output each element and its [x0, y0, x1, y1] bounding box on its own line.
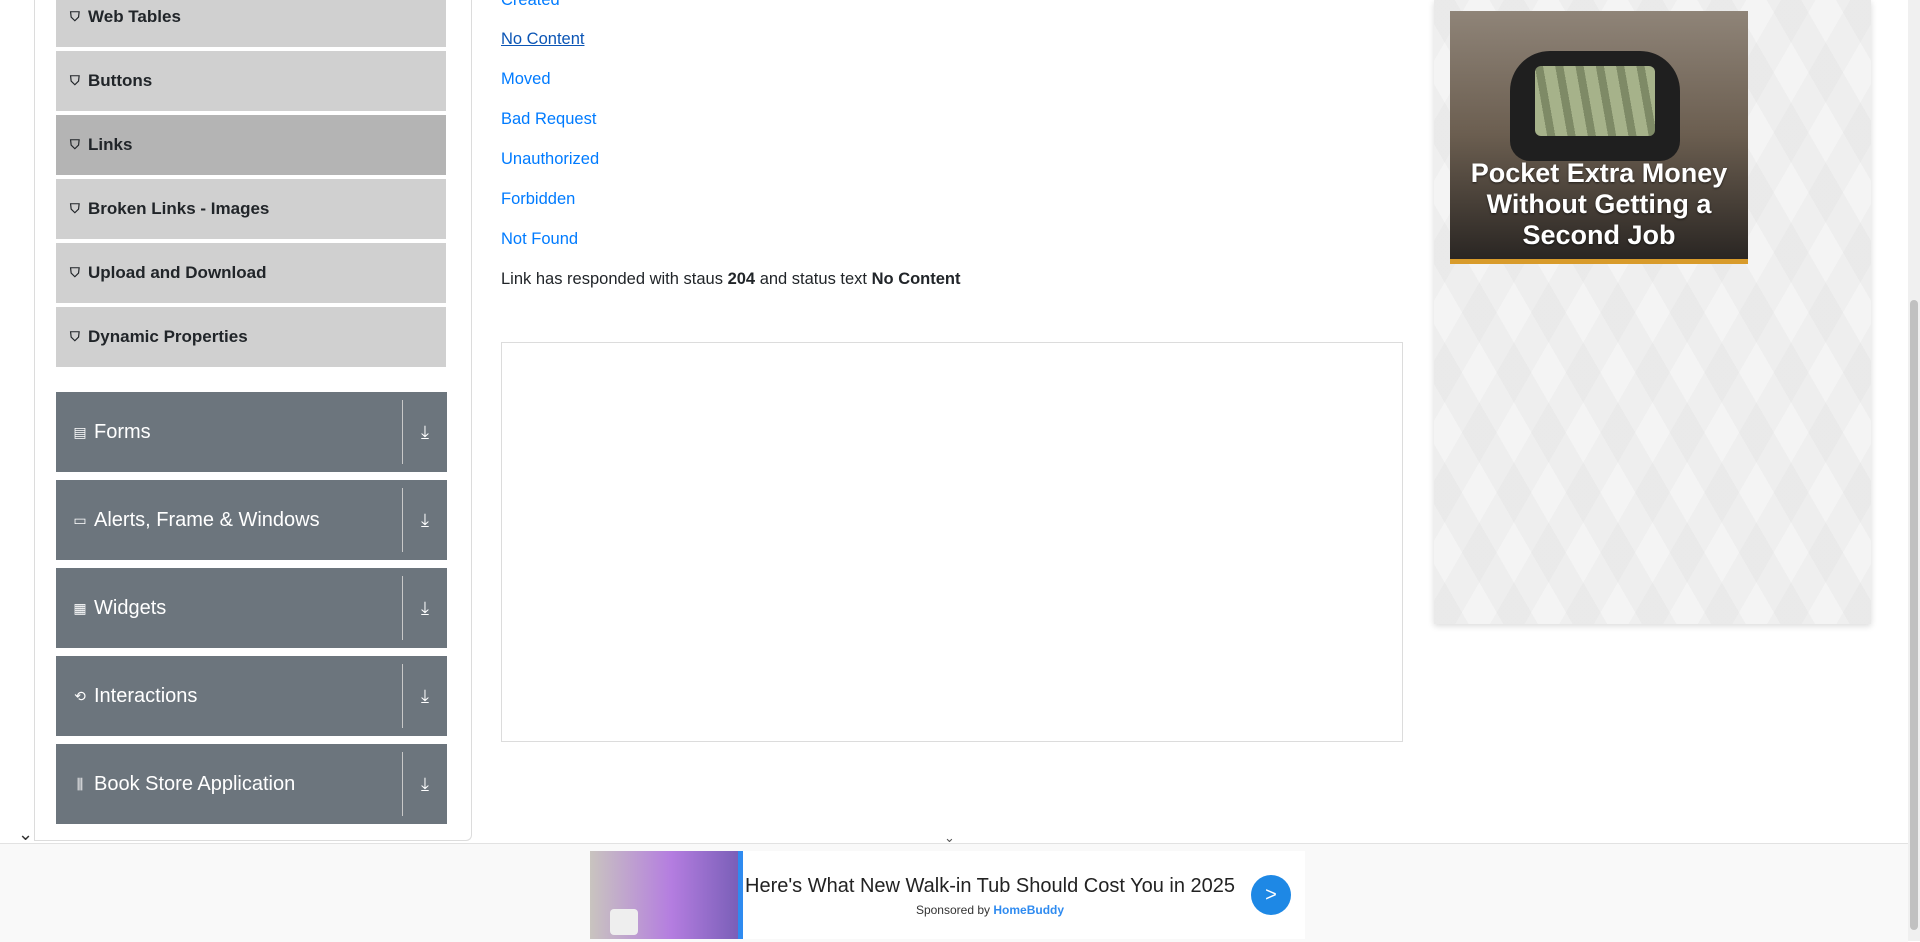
chevron-down-icon[interactable]: ⌄ — [18, 824, 33, 845]
download-arrow-icon[interactable]: ⤓ — [403, 774, 447, 795]
link-not-found[interactable]: Not Found — [501, 230, 578, 249]
ad-sponsor: Sponsored by HomeBuddy — [743, 903, 1237, 917]
download-arrow-icon[interactable]: ⤓ — [403, 598, 447, 619]
sidebar-item-broken-links[interactable]: ⛉ Broken Links - Images — [56, 179, 446, 240]
window-icon: ▭ — [73, 511, 87, 528]
scrollbar[interactable] — [1908, 0, 1920, 941]
form-icon: ▤ — [73, 423, 87, 440]
ad-go-button[interactable]: > — [1251, 875, 1291, 915]
widgets-icon: ▦ — [73, 599, 87, 616]
badge-icon: ⛉ — [70, 265, 80, 280]
link-unauthorized[interactable]: Unauthorized — [501, 150, 599, 169]
sidebar-item-label: Links — [88, 135, 133, 154]
ad-image-money — [1535, 66, 1655, 136]
badge-icon: ⛉ — [70, 73, 80, 88]
scrollbar-thumb[interactable] — [1910, 300, 1918, 930]
sidebar-item-label: Upload and Download — [88, 263, 267, 282]
ad-body: Here's What New Walk-in Tub Should Cost … — [743, 851, 1305, 939]
empty-content-frame — [501, 342, 1403, 742]
sidebar-item-label: Buttons — [88, 71, 153, 90]
link-no-content[interactable]: No Content — [501, 30, 584, 49]
download-arrow-icon[interactable]: ⤓ — [403, 686, 447, 707]
sidebar-item-upload-download[interactable]: ⛉ Upload and Download — [56, 243, 446, 304]
group-label: Interactions — [94, 684, 198, 707]
download-arrow-icon[interactable]: ⤓ — [403, 422, 447, 443]
sidebar-item-dynamic-properties[interactable]: ⛉ Dynamic Properties — [56, 307, 446, 368]
group-label: Widgets — [94, 596, 167, 619]
ad-text-block: Here's What New Walk-in Tub Should Cost … — [743, 874, 1237, 917]
sidebar-item-label: Web Tables — [88, 7, 181, 26]
group-book-store[interactable]: ⫼ Book Store Application ⤓ — [56, 744, 447, 824]
badge-icon: ⛉ — [70, 329, 80, 344]
sidebar-item-label: Dynamic Properties — [88, 327, 248, 346]
chevron-down-icon[interactable]: ⌄ — [944, 830, 955, 846]
link-response-text: Link has responded with staus 204 and st… — [501, 270, 961, 289]
right-ad-panel: Pocket Extra Money Without Getting a Sec… — [1434, 0, 1871, 624]
ad-card[interactable]: Pocket Extra Money Without Getting a Sec… — [1450, 11, 1748, 264]
badge-icon: ⛉ — [70, 9, 80, 24]
link-created[interactable]: Created — [501, 0, 560, 10]
books-icon: ⫼ — [76, 775, 84, 792]
group-label: Alerts, Frame & Windows — [94, 508, 320, 531]
sidebar-item-buttons[interactable]: ⛉ Buttons — [56, 51, 446, 112]
bottom-ad-banner[interactable]: Here's What New Walk-in Tub Should Cost … — [590, 851, 1305, 939]
group-label: Book Store Application — [94, 772, 296, 795]
response-middle: and status text — [759, 270, 868, 288]
ad-headline: Here's What New Walk-in Tub Should Cost … — [745, 874, 1235, 897]
badge-icon: ⛉ — [70, 137, 80, 152]
group-alerts-frame-windows[interactable]: ▭ Alerts, Frame & Windows ⤓ — [56, 480, 447, 560]
sidebar-item-links[interactable]: ⛉ Links — [56, 115, 446, 176]
group-widgets[interactable]: ▦ Widgets ⤓ — [56, 568, 447, 648]
sponsor-name[interactable]: HomeBuddy — [993, 903, 1064, 917]
link-moved[interactable]: Moved — [501, 70, 551, 89]
ad-headline: Pocket Extra Money Without Getting a Sec… — [1470, 158, 1728, 250]
ad-thumbnail — [590, 851, 743, 939]
group-label: Forms — [94, 420, 151, 443]
group-forms[interactable]: ▤ Forms ⤓ — [56, 392, 447, 472]
response-code: 204 — [727, 270, 756, 288]
group-interactions[interactable]: ⟲ Interactions ⤓ — [56, 656, 447, 736]
link-forbidden[interactable]: Forbidden — [501, 190, 575, 209]
sidebar-item-web-tables[interactable]: ⛉ Web Tables — [56, 0, 446, 48]
interactions-icon: ⟲ — [74, 687, 86, 704]
badge-icon: ⛉ — [70, 201, 80, 216]
sponsor-prefix: Sponsored by — [915, 902, 991, 917]
response-status-text: No Content — [871, 270, 961, 288]
link-bad-request[interactable]: Bad Request — [501, 110, 596, 129]
elements-submenu: ⛉ Web Tables ⛉ Buttons ⛉ Links ⛉ Broken … — [56, 0, 446, 371]
sidebar-item-label: Broken Links - Images — [88, 199, 270, 218]
response-prefix: Link has responded with staus — [501, 270, 723, 288]
download-arrow-icon[interactable]: ⤓ — [403, 510, 447, 531]
